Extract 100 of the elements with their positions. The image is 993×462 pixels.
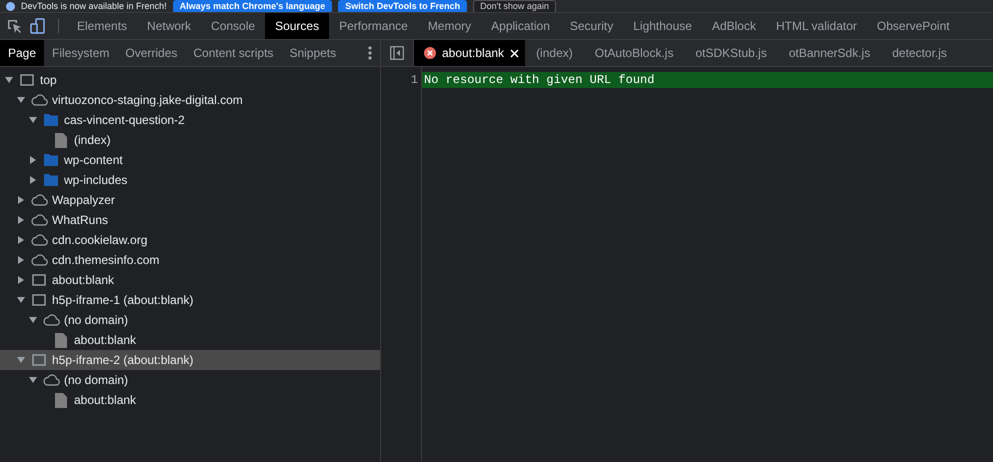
- file-icon: [55, 132, 67, 148]
- inspect-icon[interactable]: [6, 18, 22, 34]
- error-icon: [424, 47, 436, 59]
- expanded-arrow-icon[interactable]: [5, 77, 13, 83]
- expanded-arrow-icon[interactable]: [29, 117, 37, 123]
- file-tab[interactable]: about:blank: [414, 40, 526, 66]
- tree-label: cdn.themesinfo.com: [52, 253, 160, 267]
- file-tab-label: otSDKStub.js: [695, 46, 767, 60]
- tree-item[interactable]: (no domain): [0, 310, 380, 330]
- tree-label: Wappalyzer: [52, 193, 115, 207]
- file-tab-label: otBannerSdk.js: [788, 46, 870, 60]
- more-icon[interactable]: [368, 46, 372, 60]
- expanded-arrow-icon[interactable]: [29, 377, 37, 383]
- expanded-arrow-icon[interactable]: [17, 357, 25, 363]
- tree-label: about:blank: [74, 393, 136, 407]
- panel-tab[interactable]: Elements: [67, 13, 138, 39]
- file-tab-label: detector.js: [892, 46, 947, 60]
- navigator-tab[interactable]: Overrides: [117, 40, 186, 66]
- file-icon: [55, 392, 67, 408]
- tree-label: wp-content: [64, 153, 123, 167]
- tree-item[interactable]: cdn.cookielaw.org: [0, 230, 380, 250]
- navigator-tab[interactable]: Filesystem: [44, 40, 118, 66]
- infobar-button[interactable]: Don't show again: [473, 0, 556, 12]
- cloud-icon: [30, 94, 48, 106]
- navigator-tab[interactable]: Page: [0, 40, 44, 66]
- tree-label: wp-includes: [64, 173, 128, 187]
- file-tab-label: OtAutoBlock.js: [594, 46, 674, 60]
- tree-item[interactable]: cdn.themesinfo.com: [0, 250, 380, 270]
- file-tab[interactable]: (index): [525, 40, 584, 66]
- collapsed-arrow-icon[interactable]: [18, 256, 24, 264]
- panel-tab[interactable]: AdBlock: [702, 13, 766, 39]
- tree-item[interactable]: about:blank: [0, 330, 380, 350]
- expanded-arrow-icon[interactable]: [17, 97, 25, 103]
- tree-label: (no domain): [64, 373, 128, 387]
- tree-label: cas-vincent-question-2: [64, 113, 185, 127]
- panel-tab[interactable]: Security: [560, 13, 624, 39]
- panel-tab[interactable]: Performance: [329, 13, 418, 39]
- tree-label: WhatRuns: [52, 213, 108, 227]
- tree-item[interactable]: virtuozonco-staging.jake-digital.com: [0, 90, 380, 110]
- frame-icon: [32, 293, 46, 307]
- panel-tab[interactable]: ObservePoint: [866, 13, 960, 39]
- folder-icon: [44, 114, 58, 126]
- infobar-message: DevTools is now available in French!: [21, 1, 167, 11]
- sidebar-toggle-icon[interactable]: [390, 46, 404, 60]
- tree-item[interactable]: wp-includes: [0, 170, 380, 190]
- info-icon: [6, 2, 15, 10]
- close-icon[interactable]: [510, 48, 520, 58]
- panel-tab[interactable]: HTML validator: [766, 13, 867, 39]
- file-tab[interactable]: otSDKStub.js: [684, 40, 778, 66]
- folder-icon: [44, 174, 58, 186]
- expanded-arrow-icon[interactable]: [29, 317, 37, 323]
- tree-item[interactable]: WhatRuns: [0, 210, 380, 230]
- panel-tab[interactable]: Application: [481, 13, 560, 39]
- file-tab[interactable]: otBannerSdk.js: [778, 40, 882, 66]
- file-icon: [55, 332, 67, 348]
- cloud-icon: [30, 194, 48, 206]
- panel-tab[interactable]: Memory: [418, 13, 482, 39]
- tree-label: h5p-iframe-1 (about:blank): [52, 293, 194, 307]
- tree-label: (index): [74, 133, 111, 147]
- tree-item[interactable]: Wappalyzer: [0, 190, 380, 210]
- panel-tab[interactable]: Sources: [265, 13, 330, 39]
- panel-tab[interactable]: Lighthouse: [623, 13, 702, 39]
- file-tab[interactable]: OtAutoBlock.js: [584, 40, 684, 66]
- tree-item[interactable]: h5p-iframe-2 (about:blank): [0, 350, 380, 370]
- expanded-arrow-icon[interactable]: [17, 297, 25, 303]
- device-icon[interactable]: [30, 18, 46, 34]
- cloud-icon: [30, 254, 48, 266]
- panel-tab[interactable]: Console: [201, 13, 266, 39]
- panel-tab[interactable]: Network: [137, 13, 202, 39]
- tree-item[interactable]: (index): [0, 130, 380, 150]
- tree-item[interactable]: top: [0, 70, 380, 90]
- cloud-icon: [30, 234, 48, 246]
- tree-label: top: [40, 73, 57, 87]
- tree-item[interactable]: about:blank: [0, 270, 380, 290]
- frame-icon: [20, 73, 34, 87]
- collapsed-arrow-icon[interactable]: [30, 156, 36, 164]
- navigator-tab[interactable]: Content scripts: [185, 40, 282, 66]
- folder-icon: [44, 154, 58, 166]
- collapsed-arrow-icon[interactable]: [18, 196, 24, 204]
- collapsed-arrow-icon[interactable]: [18, 236, 24, 244]
- tree-item[interactable]: (no domain): [0, 370, 380, 390]
- tree-item[interactable]: about:blank: [0, 390, 380, 410]
- frame-icon: [32, 353, 46, 367]
- tree-item[interactable]: wp-content: [0, 150, 380, 170]
- infobar-button[interactable]: Always match Chrome's language: [172, 0, 332, 12]
- file-tab-label: (index): [536, 46, 573, 60]
- infobar-button[interactable]: Switch DevTools to French: [338, 0, 468, 12]
- collapsed-arrow-icon[interactable]: [18, 276, 24, 284]
- tree-item[interactable]: cas-vincent-question-2: [0, 110, 380, 130]
- collapsed-arrow-icon[interactable]: [18, 216, 24, 224]
- file-tab[interactable]: detector.js: [881, 40, 958, 66]
- navigator-tab[interactable]: Snippets: [281, 40, 344, 66]
- collapsed-arrow-icon[interactable]: [30, 176, 36, 184]
- cloud-icon: [42, 314, 60, 326]
- tree-item[interactable]: h5p-iframe-1 (about:blank): [0, 290, 380, 310]
- cloud-icon: [42, 374, 60, 386]
- tree-label: cdn.cookielaw.org: [52, 233, 148, 247]
- line-number: 1: [410, 72, 419, 88]
- tree-label: (no domain): [64, 313, 128, 327]
- tree-label: virtuozonco-staging.jake-digital.com: [52, 93, 243, 107]
